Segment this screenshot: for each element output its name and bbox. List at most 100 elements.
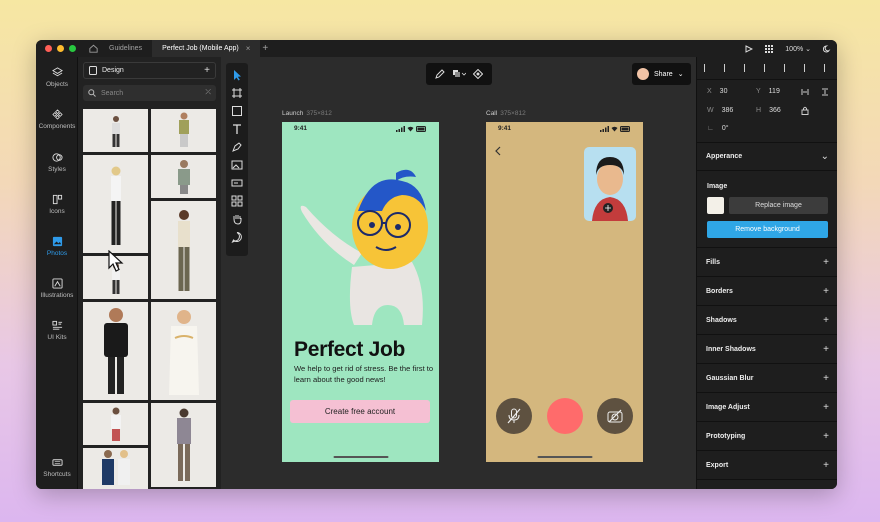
- align-top-icon[interactable]: [764, 64, 772, 72]
- call-frame[interactable]: 9:41: [486, 122, 643, 462]
- text-tool-icon[interactable]: [231, 123, 243, 135]
- section-fills[interactable]: Fills +: [697, 248, 837, 277]
- flip-vertical-icon[interactable]: [821, 88, 829, 96]
- mouse-cursor-icon: [108, 250, 124, 272]
- move-tool-icon[interactable]: [231, 69, 243, 81]
- add-icon[interactable]: +: [823, 402, 829, 413]
- frame-tool-icon[interactable]: [231, 87, 243, 99]
- pencil-icon[interactable]: [434, 69, 445, 79]
- nav-item-illustrations[interactable]: Illustrations: [36, 278, 78, 299]
- photo-thumbnail[interactable]: [83, 155, 148, 253]
- add-icon[interactable]: +: [823, 315, 829, 326]
- section-image-adjust[interactable]: Image Adjust +: [697, 393, 837, 422]
- align-left-icon[interactable]: [704, 64, 712, 72]
- tab-perfect-job[interactable]: Perfect Job (Mobile App) ×: [152, 40, 261, 57]
- camera-toggle-button[interactable]: [597, 398, 633, 434]
- nav-item-shortcuts[interactable]: Shortcuts: [36, 457, 78, 478]
- close-window-button[interactable]: [45, 45, 52, 52]
- search-field[interactable]: Search ⤫: [83, 85, 216, 101]
- photo-thumbnail[interactable]: [151, 201, 216, 299]
- components-tool-icon[interactable]: [231, 195, 243, 207]
- section-shadows[interactable]: Shadows +: [697, 306, 837, 335]
- create-account-button[interactable]: Create free account: [290, 400, 430, 423]
- edit-toolbar: [426, 63, 492, 85]
- layers-icon: [51, 67, 63, 77]
- align-center-icon[interactable]: [724, 64, 732, 72]
- add-icon[interactable]: +: [823, 286, 829, 297]
- nav-item-components[interactable]: Components: [36, 109, 78, 130]
- launch-frame[interactable]: 9:41 Perfect Job We help to get rid of s…: [282, 122, 439, 462]
- x-field[interactable]: X 30: [707, 88, 727, 95]
- photo-thumbnail[interactable]: [83, 302, 148, 400]
- minimize-window-button[interactable]: [57, 45, 64, 52]
- library-selector[interactable]: Design +: [83, 62, 216, 79]
- photo-thumbnail[interactable]: [151, 403, 216, 487]
- add-tab-button[interactable]: +: [262, 43, 268, 54]
- nav-item-styles[interactable]: Styles: [36, 152, 78, 173]
- home-icon[interactable]: [88, 43, 99, 54]
- photo-thumbnail[interactable]: [151, 155, 216, 198]
- align-bottom-icon[interactable]: [804, 64, 812, 72]
- target-icon[interactable]: [473, 69, 484, 79]
- grid-icon[interactable]: [765, 44, 774, 53]
- collapse-icon[interactable]: ⤫: [205, 89, 211, 97]
- add-icon[interactable]: +: [823, 344, 829, 355]
- photo-thumbnail[interactable]: [83, 403, 148, 445]
- add-icon[interactable]: +: [823, 257, 829, 268]
- section-gaussian-blur[interactable]: Gaussian Blur +: [697, 364, 837, 393]
- nav-label: Shortcuts: [43, 471, 71, 478]
- comment-tool-icon[interactable]: [231, 231, 243, 243]
- section-appearance[interactable]: Apperance ⌄: [697, 143, 837, 171]
- section-borders[interactable]: Borders +: [697, 277, 837, 306]
- boolean-icon[interactable]: [452, 69, 466, 79]
- photo-thumbnail[interactable]: [151, 109, 216, 152]
- replace-image-button[interactable]: Replace image: [729, 197, 828, 214]
- align-middle-icon[interactable]: [784, 64, 792, 72]
- mute-button[interactable]: [496, 398, 532, 434]
- align-right-icon[interactable]: [744, 64, 752, 72]
- width-field[interactable]: W 386: [707, 107, 733, 114]
- end-call-button[interactable]: [547, 398, 583, 434]
- photo-thumbnail[interactable]: [83, 448, 148, 489]
- nav-item-icons[interactable]: Icons: [36, 194, 78, 215]
- distribute-icon[interactable]: [824, 64, 832, 72]
- camera-off-icon: [607, 409, 623, 423]
- section-prototyping[interactable]: Prototyping +: [697, 422, 837, 451]
- pip-video-thumbnail[interactable]: [584, 147, 636, 221]
- image-tool-icon[interactable]: [231, 159, 243, 171]
- back-arrow-icon[interactable]: [494, 146, 502, 156]
- pen-tool-icon[interactable]: [231, 141, 243, 153]
- nav-item-photos[interactable]: Photos: [36, 236, 78, 257]
- lock-icon[interactable]: [801, 106, 809, 115]
- y-field[interactable]: Y 119: [756, 88, 780, 95]
- input-tool-icon[interactable]: [231, 177, 243, 189]
- photo-thumbnail[interactable]: [83, 109, 148, 152]
- add-icon[interactable]: +: [823, 373, 829, 384]
- add-icon[interactable]: +: [823, 431, 829, 442]
- nav-item-ui-kits[interactable]: UI Kits: [36, 320, 78, 341]
- rectangle-tool-icon[interactable]: [231, 105, 243, 117]
- hand-tool-icon[interactable]: [231, 213, 243, 225]
- photo-thumbnail[interactable]: [151, 302, 216, 400]
- add-icon[interactable]: +: [204, 65, 210, 76]
- rotation-field[interactable]: ∟ 0°: [707, 125, 729, 132]
- maximize-window-button[interactable]: [69, 45, 76, 52]
- image-thumbnail[interactable]: [707, 197, 724, 214]
- flip-horizontal-icon[interactable]: [801, 88, 809, 96]
- frame-label-call[interactable]: Call 375×812: [486, 110, 526, 117]
- moon-icon[interactable]: [823, 44, 831, 53]
- zoom-select[interactable]: 100% ⌄: [785, 45, 811, 53]
- add-icon[interactable]: +: [823, 460, 829, 471]
- document-icon: [89, 66, 97, 75]
- share-button[interactable]: Share ⌄: [632, 63, 691, 85]
- zoom-value: 100%: [785, 45, 804, 53]
- tab-guidelines[interactable]: Guidelines: [99, 40, 152, 57]
- section-inner-shadows[interactable]: Inner Shadows +: [697, 335, 837, 364]
- close-icon[interactable]: ×: [246, 44, 251, 53]
- play-icon[interactable]: [745, 44, 754, 53]
- section-export[interactable]: Export +: [697, 451, 837, 480]
- nav-item-objects[interactable]: Objects: [36, 67, 78, 88]
- height-field[interactable]: H 366: [756, 107, 781, 114]
- frame-label-launch[interactable]: Launch 375×812: [282, 110, 332, 117]
- remove-background-button[interactable]: Remove background: [707, 221, 828, 238]
